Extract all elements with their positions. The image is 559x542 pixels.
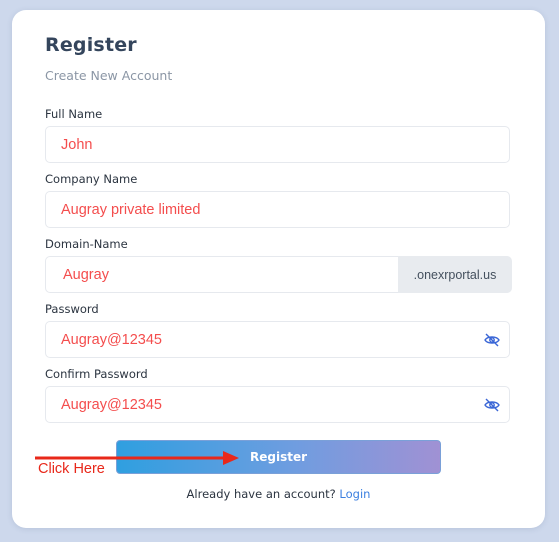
full-name-label: Full Name	[45, 107, 103, 121]
confirm-password-label: Confirm Password	[45, 367, 148, 381]
login-link[interactable]: Login	[339, 487, 370, 501]
confirm-password-value: Augray@12345	[61, 397, 162, 413]
domain-suffix: .onexrportal.us	[398, 256, 512, 293]
domain-name-label: Domain-Name	[45, 237, 128, 251]
form-title: Register	[45, 34, 137, 56]
form-subtitle: Create New Account	[45, 68, 173, 83]
company-name-value: Augray private limited	[61, 202, 201, 218]
password-value: Augray@12345	[61, 332, 162, 348]
domain-name-value: Augray	[63, 267, 109, 283]
password-label: Password	[45, 302, 99, 316]
full-name-value: John	[61, 137, 93, 153]
login-prompt: Already have an account? Login	[12, 487, 545, 501]
company-name-label: Company Name	[45, 172, 138, 186]
footer-text: Already have an account?	[186, 487, 336, 501]
eye-slash-icon[interactable]	[484, 398, 500, 412]
domain-name-field[interactable]: Augray	[45, 256, 398, 293]
full-name-field[interactable]: John	[45, 126, 510, 163]
company-name-field[interactable]: Augray private limited	[45, 191, 510, 228]
eye-slash-icon[interactable]	[484, 333, 500, 347]
click-here-annotation: Click Here	[38, 461, 105, 477]
confirm-password-field[interactable]: Augray@12345	[45, 386, 510, 423]
password-field[interactable]: Augray@12345	[45, 321, 510, 358]
